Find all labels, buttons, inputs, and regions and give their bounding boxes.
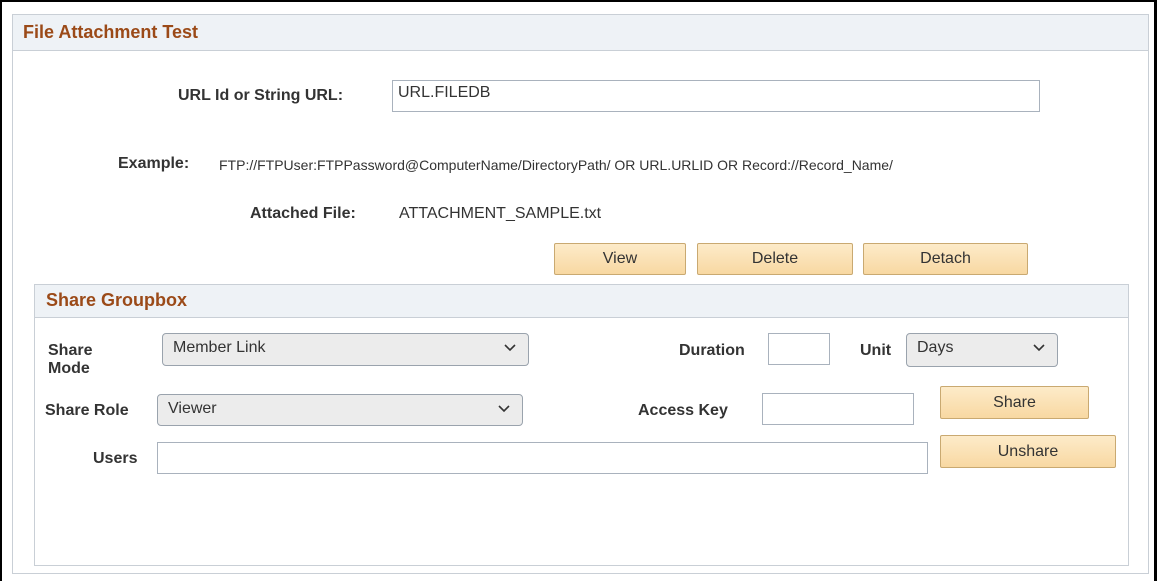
- detach-button[interactable]: Detach: [863, 243, 1028, 275]
- window-border-left: [0, 0, 2, 581]
- share-role-label: Share Role: [45, 402, 129, 419]
- share-mode-value: Member Link: [173, 339, 266, 356]
- share-button[interactable]: Share: [940, 386, 1089, 419]
- attached-file-label: Attached File:: [250, 205, 356, 222]
- duration-input[interactable]: [768, 333, 830, 365]
- access-key-input[interactable]: [762, 393, 914, 425]
- chevron-down-icon: [504, 344, 516, 352]
- access-key-label: Access Key: [638, 402, 728, 419]
- example-label: Example:: [118, 155, 190, 172]
- unit-value: Days: [917, 339, 954, 356]
- chevron-down-icon: [498, 405, 510, 413]
- share-role-value: Viewer: [168, 400, 217, 417]
- users-label: Users: [93, 450, 138, 467]
- view-button[interactable]: View: [554, 243, 686, 275]
- unit-label: Unit: [860, 342, 892, 359]
- users-input[interactable]: [157, 442, 928, 474]
- attached-file-name: ATTACHMENT_SAMPLE.txt: [399, 205, 602, 222]
- url-input-value: URL.FILEDB: [398, 84, 491, 101]
- share-mode-select[interactable]: Member Link: [162, 333, 529, 366]
- example-text: FTP://FTPUser:FTPPassword@ComputerName/D…: [219, 157, 893, 173]
- url-field-label: URL Id or String URL:: [178, 87, 344, 104]
- share-groupbox-header: [34, 284, 1129, 318]
- duration-label: Duration: [679, 342, 745, 359]
- unshare-button[interactable]: Unshare: [940, 435, 1116, 468]
- page-title: File Attachment Test: [23, 22, 199, 42]
- share-groupbox-title: Share Groupbox: [46, 290, 188, 310]
- share-role-select[interactable]: Viewer: [157, 394, 523, 426]
- url-input[interactable]: URL.FILEDB: [392, 80, 1040, 112]
- delete-button[interactable]: Delete: [697, 243, 853, 275]
- unit-select[interactable]: Days: [906, 333, 1058, 367]
- chevron-down-icon: [1033, 344, 1045, 352]
- share-mode-label-line2: Mode: [48, 360, 90, 377]
- window-border-top: [0, 0, 1157, 2]
- share-mode-label-line1: Share: [48, 342, 93, 359]
